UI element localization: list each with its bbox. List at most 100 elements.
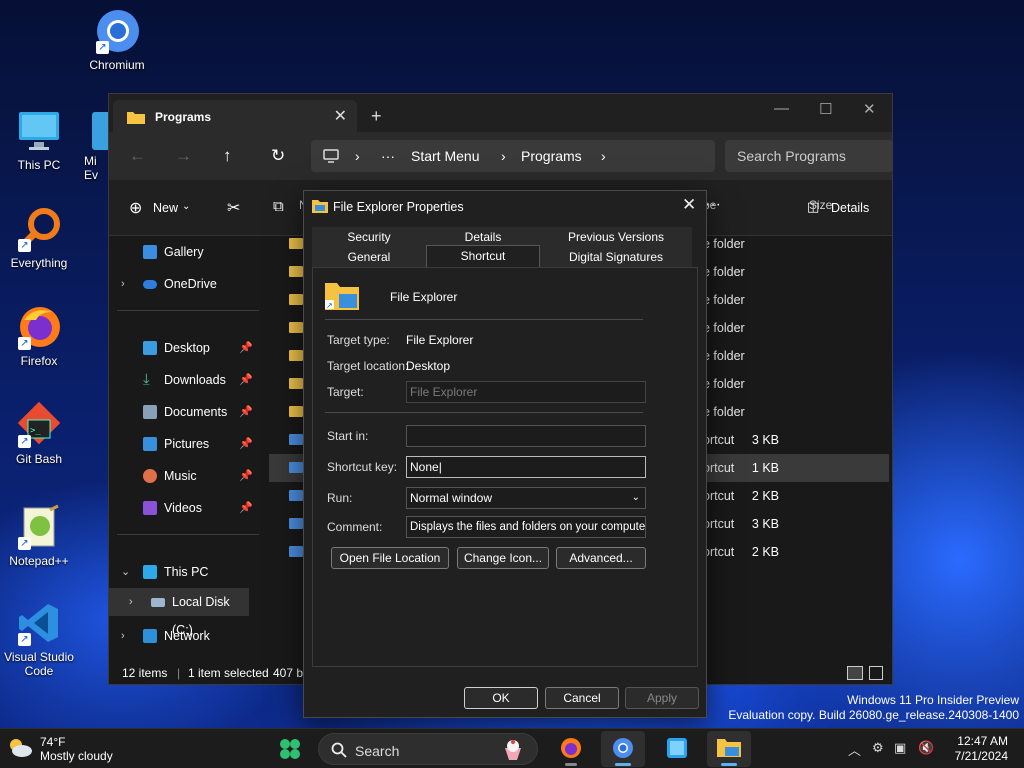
taskbar-app-file-explorer[interactable] — [707, 731, 751, 767]
taskbar-app-chromium[interactable] — [601, 731, 645, 767]
change-icon-button[interactable]: Change Icon... — [457, 547, 549, 569]
desktop-icon-this-pc[interactable]: This PC — [0, 108, 78, 172]
more-locations-icon[interactable]: ··· — [381, 140, 395, 172]
forward-icon[interactable]: → — [175, 146, 192, 166]
chevron-right-icon[interactable]: › — [121, 270, 125, 298]
chevron-right-icon[interactable]: › — [121, 622, 125, 650]
back-icon[interactable]: ← — [129, 146, 146, 166]
desktop-icon-vscode[interactable]: ↗ Visual Studio Code — [0, 600, 78, 678]
sidebar-item-local-disk[interactable]: › Local Disk (C:) — [109, 588, 249, 637]
chevron-up-icon[interactable]: ︿ — [848, 740, 861, 759]
chevron-down-icon[interactable]: ⌄ — [121, 558, 130, 586]
column-header-size[interactable]: Size — [809, 198, 832, 212]
desktop-icon-git-bash[interactable]: >_ ↗ Git Bash — [0, 401, 78, 466]
open-file-location-button[interactable]: Open File Location — [331, 547, 449, 569]
taskbar-search[interactable]: Search — [318, 733, 538, 765]
taskbar-app-window[interactable] — [655, 731, 699, 767]
address-bar[interactable]: › ··· Start Menu › Programs › — [311, 140, 715, 172]
file-explorer-properties-dialog[interactable]: File Explorer Properties ✕ Security Deta… — [303, 190, 707, 718]
breadcrumb-start-menu[interactable]: Start Menu — [411, 140, 479, 172]
weather-widget[interactable]: 74°F Mostly cloudy — [6, 735, 113, 763]
desktop-icon-label: Git Bash — [15, 452, 63, 466]
evaluation-watermark: Windows 11 Pro Insider Preview Evaluatio… — [728, 693, 1019, 723]
settings-tray-icon[interactable]: ⚙ — [872, 740, 884, 756]
sidebar-item-music[interactable]: Music 📌 — [109, 462, 259, 490]
breadcrumb-programs[interactable]: Programs — [521, 140, 582, 172]
sidebar-item-this-pc[interactable]: ⌄ This PC — [109, 558, 259, 586]
sidebar-item-label: OneDrive — [164, 277, 217, 291]
sidebar-item-onedrive[interactable]: › OneDrive — [109, 270, 259, 298]
sidebar-item-desktop[interactable]: Desktop 📌 — [109, 334, 259, 362]
desktop-icon-chromium[interactable]: ↗ Chromium — [78, 8, 156, 72]
copy-icon[interactable]: ⧉ — [273, 198, 284, 215]
minimize-icon[interactable]: — — [774, 100, 789, 117]
new-button[interactable]: New — [153, 201, 178, 215]
tab-digital-signatures[interactable]: Digital Signatures — [540, 247, 692, 267]
close-window-icon[interactable]: ✕ — [863, 100, 876, 118]
desktop-icon-partial[interactable]: Mi Ev — [84, 108, 108, 182]
ok-button[interactable]: OK — [464, 687, 538, 709]
folder-icon — [289, 350, 303, 361]
pin-icon[interactable]: 📌 — [239, 398, 253, 426]
sidebar-item-downloads[interactable]: ⤓ Downloads 📌 — [109, 366, 259, 394]
chevron-right-icon[interactable]: › — [129, 588, 133, 616]
tab-general[interactable]: General — [312, 247, 426, 267]
status-divider: | — [177, 666, 181, 680]
sidebar-divider — [117, 534, 259, 535]
sidebar-item-network[interactable]: › Network — [109, 622, 259, 650]
advanced-button[interactable]: Advanced... — [556, 547, 646, 569]
download-icon: ⤓ — [143, 371, 150, 388]
sidebar-item-videos[interactable]: Videos 📌 — [109, 494, 259, 522]
run-select[interactable]: Normal window ⌄ — [406, 487, 646, 509]
details-view-icon[interactable] — [847, 666, 863, 680]
row-type: e folder — [703, 377, 745, 391]
desktop-icon-notepadpp[interactable]: ↗ Notepad++ — [0, 504, 78, 568]
pin-icon[interactable]: 📌 — [239, 494, 253, 522]
network-tray-icon[interactable]: ▣ — [894, 740, 906, 756]
running-indicator — [721, 763, 737, 766]
taskbar-app-firefox[interactable] — [549, 731, 593, 767]
tab-shortcut[interactable]: Shortcut — [426, 245, 540, 267]
tab-previous-versions[interactable]: Previous Versions — [540, 227, 692, 247]
desktop-icon-everything[interactable]: ↗ Everything — [0, 206, 78, 270]
clock[interactable]: 12:47 AM 7/21/2024 — [955, 734, 1008, 764]
pin-icon[interactable]: 📌 — [239, 366, 253, 394]
folder-icon — [312, 200, 328, 213]
up-icon[interactable]: ↑ — [223, 146, 232, 166]
explorer-tab[interactable]: Programs ✕ — [113, 100, 357, 132]
pin-icon[interactable]: 📌 — [239, 462, 253, 490]
pin-icon[interactable]: 📌 — [239, 430, 253, 458]
sidebar-item-documents[interactable]: Documents 📌 — [109, 398, 259, 426]
row-size: 2 KB — [751, 489, 779, 503]
close-tab-icon[interactable]: ✕ — [334, 106, 347, 126]
details-button[interactable]: Details — [831, 201, 869, 215]
tiles-view-icon[interactable] — [869, 666, 883, 680]
sidebar-item-gallery[interactable]: Gallery — [109, 238, 259, 266]
cut-icon[interactable]: ✂ — [227, 198, 240, 218]
tab-security[interactable]: Security — [312, 227, 426, 247]
folder-icon — [289, 294, 303, 305]
start-in-field[interactable] — [406, 425, 646, 447]
chevron-right-icon[interactable]: › — [601, 140, 606, 172]
new-tab-icon[interactable]: + — [371, 106, 382, 127]
cancel-button[interactable]: Cancel — [545, 687, 619, 709]
sidebar-item-pictures[interactable]: Pictures 📌 — [109, 430, 259, 458]
divider — [325, 319, 643, 320]
desktop-icon-firefox[interactable]: ↗ Firefox — [0, 304, 78, 368]
clock-time: 12:47 AM — [957, 734, 1008, 748]
comment-field[interactable]: Displays the files and folders on your c… — [406, 516, 646, 538]
volume-muted-icon[interactable]: 🔇 — [918, 740, 934, 756]
target-field[interactable]: File Explorer — [406, 381, 646, 403]
pin-icon[interactable]: 📌 — [239, 334, 253, 362]
start-button[interactable] — [268, 731, 312, 767]
search-programs-input[interactable]: Search Programs — [725, 140, 893, 172]
tab-details[interactable]: Details — [426, 227, 540, 247]
shortcut-key-field[interactable]: None| — [406, 456, 646, 478]
maximize-icon[interactable]: ☐ — [819, 100, 832, 118]
apply-button[interactable]: Apply — [625, 687, 699, 709]
row-type: e folder — [703, 265, 745, 279]
refresh-icon[interactable]: ↻ — [271, 146, 285, 166]
sidebar-item-label: Desktop — [164, 341, 210, 355]
watermark-line: Windows 11 Pro Insider Preview — [847, 693, 1019, 707]
close-icon[interactable]: ✕ — [682, 195, 696, 215]
